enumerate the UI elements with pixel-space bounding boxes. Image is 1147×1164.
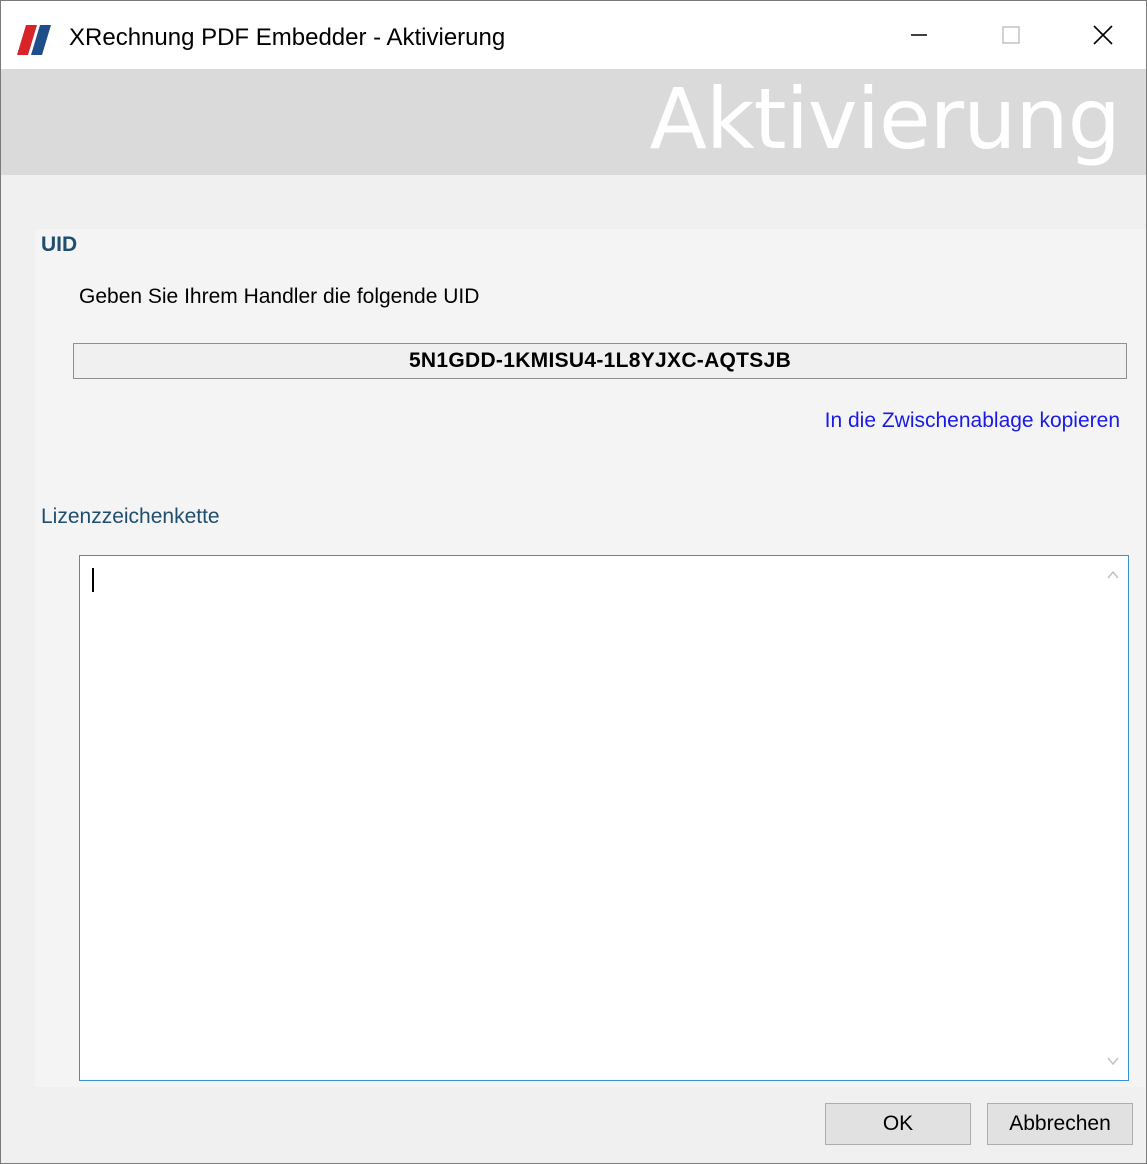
maximize-icon (1002, 26, 1020, 44)
close-button[interactable] (1057, 1, 1146, 69)
window-title: XRechnung PDF Embedder - Aktivierung (69, 24, 506, 51)
text-caret (92, 568, 94, 592)
minimize-button[interactable] (873, 1, 965, 69)
license-string-input[interactable] (79, 555, 1129, 1081)
activation-dialog: XRechnung PDF Embedder - Aktivierung Akt… (0, 0, 1147, 1164)
header-banner: Aktivierung (1, 69, 1146, 175)
title-bar: XRechnung PDF Embedder - Aktivierung (1, 1, 1146, 69)
scroll-down-arrow-icon[interactable] (1106, 1054, 1120, 1068)
uid-section-label: UID (41, 233, 78, 256)
cancel-button[interactable]: Abbrechen (987, 1103, 1133, 1145)
banner-title: Aktivierung (649, 70, 1121, 168)
scroll-up-arrow-icon[interactable] (1106, 568, 1120, 582)
maximize-button[interactable] (965, 1, 1057, 69)
uid-instruction-text: Geben Sie Ihrem Handler die folgende UID (79, 285, 480, 308)
license-section-label: Lizenzzeichenkette (41, 505, 220, 528)
copy-to-clipboard-link[interactable]: In die Zwischenablage kopieren (825, 409, 1120, 433)
ok-button[interactable]: OK (825, 1103, 971, 1145)
minimize-icon (911, 34, 927, 36)
close-icon (1093, 25, 1113, 45)
app-logo-icon (17, 25, 51, 55)
uid-value-field[interactable]: 5N1GDD-1KMISU4-1L8YJXC-AQTSJB (73, 343, 1127, 379)
